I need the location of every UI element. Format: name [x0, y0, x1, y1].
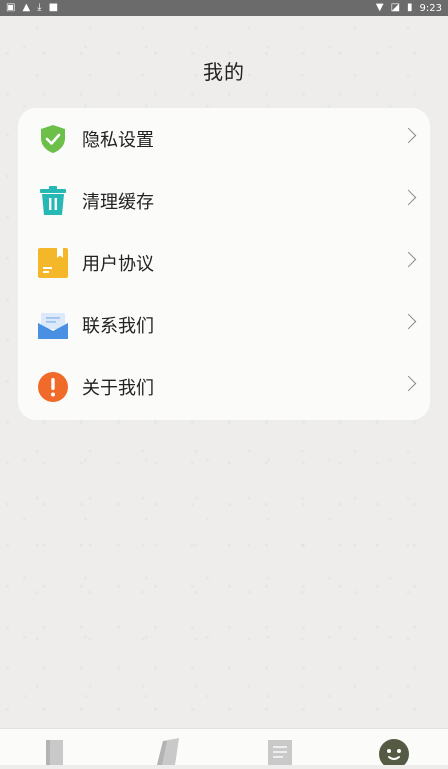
status-left: ▣ ▲ ⤓ ■ — [6, 3, 58, 13]
tab-paper[interactable] — [148, 737, 188, 765]
book-icon — [41, 737, 67, 765]
menu-item-clear-cache[interactable]: 清理缓存 — [18, 170, 430, 232]
status-right: ▼ ◪ ▮ 9:23 — [376, 3, 442, 14]
chevron-right-icon — [400, 127, 417, 144]
trash-icon — [38, 186, 68, 216]
battery-icon: ▮ — [407, 2, 413, 13]
menu-item-privacy[interactable]: 隐私设置 — [18, 108, 430, 170]
smiley-icon — [378, 737, 410, 769]
menu-item-label: 联系我们 — [82, 316, 154, 337]
mail-icon — [38, 310, 68, 340]
tab-mine[interactable] — [374, 737, 414, 769]
bottom-tab-bar — [0, 728, 448, 769]
sim-icon: ▣ — [6, 2, 16, 13]
status-bar: ▣ ▲ ⤓ ■ ▼ ◪ ▮ 9:23 — [0, 0, 448, 16]
tab-list[interactable] — [260, 737, 300, 765]
chevron-right-icon — [400, 313, 417, 330]
page-title: 我的 — [203, 60, 245, 84]
menu-item-label: 清理缓存 — [82, 192, 154, 213]
warning-icon: ▲ — [22, 2, 31, 13]
menu-item-user-agreement[interactable]: 用户协议 — [18, 232, 430, 294]
paper-icon — [153, 737, 183, 765]
chevron-right-icon — [400, 375, 417, 392]
menu-item-about-us[interactable]: 关于我们 — [18, 356, 430, 418]
chevron-right-icon — [400, 251, 417, 268]
info-icon — [38, 372, 68, 402]
menu-item-label: 用户协议 — [82, 254, 154, 275]
menu-card: 隐私设置 清理缓存 用户协议 联系我们 关于我们 — [18, 108, 430, 420]
signal-icon: ◪ — [390, 2, 401, 13]
chevron-right-icon — [400, 189, 417, 206]
download-icon: ⤓ — [37, 2, 42, 13]
document-icon — [38, 248, 68, 278]
tab-book[interactable] — [34, 737, 74, 765]
list-icon — [265, 737, 295, 765]
menu-item-label: 隐私设置 — [82, 130, 154, 151]
menu-item-label: 关于我们 — [82, 378, 154, 399]
notification-icon: ■ — [48, 2, 59, 13]
shield-check-icon — [38, 124, 68, 154]
status-time: 9:23 — [419, 2, 442, 14]
menu-item-contact-us[interactable]: 联系我们 — [18, 294, 430, 356]
wifi-icon: ▼ — [375, 2, 384, 13]
